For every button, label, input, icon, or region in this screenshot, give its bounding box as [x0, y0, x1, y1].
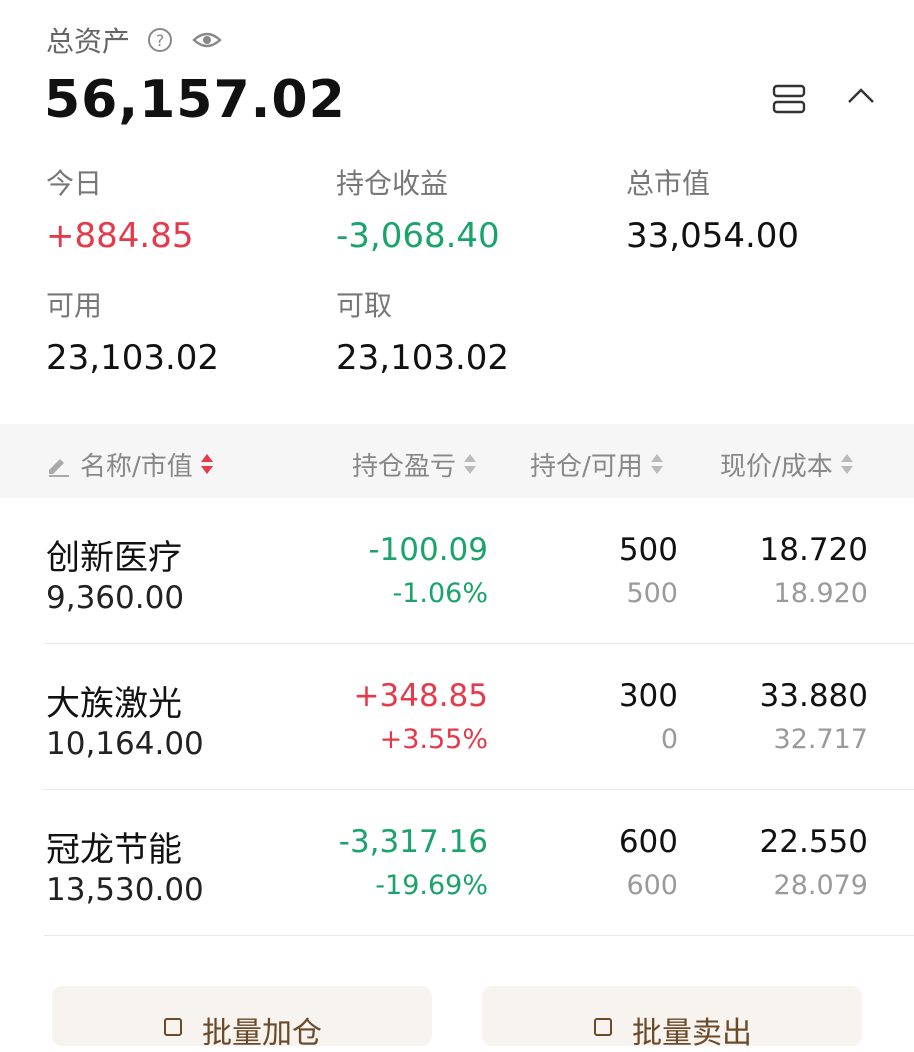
table-row[interactable]: 冠龙节能 13,530.00 -3,317.16 -19.69% 600 600… — [0, 790, 914, 936]
stat-withdrawable: 可取 23,103.02 — [336, 284, 509, 378]
column-header-position[interactable]: 持仓/可用 — [530, 446, 663, 483]
stat-withdrawable-value: 23,103.02 — [336, 338, 510, 378]
stock-price: 22.550 — [759, 824, 868, 860]
stock-name: 创新医疗 — [46, 538, 182, 578]
batch-sell-button[interactable]: 批量卖出 — [482, 986, 862, 1051]
sort-icon — [200, 454, 213, 475]
stock-pnl: -100.09 — [368, 532, 488, 568]
layout-toggle-icon[interactable] — [772, 84, 806, 114]
stock-cost: 28.079 — [773, 870, 868, 901]
stock-position: 500 — [618, 532, 678, 568]
total-assets-value: 56,157.02 — [44, 70, 346, 130]
batch-sell-label: 批量卖出 — [632, 1016, 752, 1051]
sort-icon — [650, 454, 663, 475]
stat-available-label: 可用 — [46, 289, 103, 322]
stock-position: 600 — [618, 824, 678, 860]
stat-market-value-label: 总市值 — [626, 167, 711, 200]
stock-name: 冠龙节能 — [46, 830, 182, 870]
asset-summary: 总资产 ? 56,157.02 今日 +884.85 持仓收益 -3,068.4… — [0, 0, 914, 424]
stock-cost: 18.920 — [773, 578, 868, 609]
eye-icon[interactable] — [192, 30, 222, 50]
column-header-position-label: 持仓/可用 — [530, 452, 643, 482]
stat-holding-pnl-label: 持仓收益 — [336, 167, 449, 200]
stock-market-value: 13,530.00 — [46, 872, 204, 908]
stock-market-value: 10,164.00 — [46, 726, 204, 762]
column-header-price-label: 现价/成本 — [720, 452, 833, 482]
column-header-name-label: 名称/市值 — [80, 452, 193, 482]
sort-icon — [464, 454, 477, 475]
stock-position: 300 — [618, 678, 678, 714]
stock-name: 大族激光 — [46, 684, 182, 724]
stat-withdrawable-label: 可取 — [336, 289, 393, 322]
stat-today: 今日 +884.85 — [46, 162, 193, 256]
column-header-pnl[interactable]: 持仓盈亏 — [352, 446, 477, 483]
stat-today-label: 今日 — [46, 167, 103, 200]
sort-icon — [840, 454, 853, 475]
stat-available-value: 23,103.02 — [46, 338, 220, 378]
total-assets-label-text: 总资产 — [46, 25, 131, 58]
stock-price: 18.720 — [759, 532, 868, 568]
batch-buy-label: 批量加仓 — [202, 1016, 322, 1051]
total-assets-label: 总资产 ? — [46, 20, 222, 60]
table-row[interactable]: 大族激光 10,164.00 +348.85 +3.55% 300 0 33.8… — [0, 644, 914, 790]
stat-available: 可用 23,103.02 — [46, 284, 219, 378]
stock-pnl: -3,317.16 — [338, 824, 488, 860]
stat-holding-pnl: 持仓收益 -3,068.40 — [336, 162, 500, 256]
stock-available: 500 — [626, 578, 678, 609]
stat-holding-pnl-value: -3,068.40 — [336, 216, 500, 256]
edit-icon[interactable] — [46, 453, 70, 477]
column-header-price[interactable]: 现价/成本 — [720, 446, 853, 483]
stat-market-value-value: 33,054.00 — [626, 216, 800, 256]
column-header-pnl-label: 持仓盈亏 — [352, 452, 457, 482]
stat-market-value: 总市值 33,054.00 — [626, 162, 799, 256]
stock-market-value: 9,360.00 — [46, 580, 185, 616]
stock-pnl-percent: +3.55% — [379, 724, 488, 755]
stock-available: 600 — [626, 870, 678, 901]
sell-position-icon — [594, 1018, 612, 1036]
help-icon[interactable]: ? — [148, 28, 173, 52]
stock-pnl-percent: -19.69% — [375, 870, 488, 901]
stock-pnl: +348.85 — [353, 678, 488, 714]
chevron-up-icon[interactable] — [846, 86, 876, 106]
table-row[interactable]: 创新医疗 9,360.00 -100.09 -1.06% 500 500 18.… — [0, 498, 914, 644]
stock-available: 0 — [660, 724, 678, 755]
holdings-table-header: 名称/市值 持仓盈亏 持仓/可用 现价/成本 — [0, 424, 914, 498]
stat-today-value: +884.85 — [46, 216, 194, 256]
add-position-icon — [164, 1018, 182, 1036]
holdings-list: 创新医疗 9,360.00 -100.09 -1.06% 500 500 18.… — [0, 498, 914, 936]
stock-price: 33.880 — [759, 678, 868, 714]
stock-cost: 32.717 — [773, 724, 868, 755]
stock-pnl-percent: -1.06% — [392, 578, 488, 609]
column-header-name[interactable]: 名称/市值 — [46, 446, 213, 483]
batch-buy-button[interactable]: 批量加仓 — [52, 986, 432, 1051]
